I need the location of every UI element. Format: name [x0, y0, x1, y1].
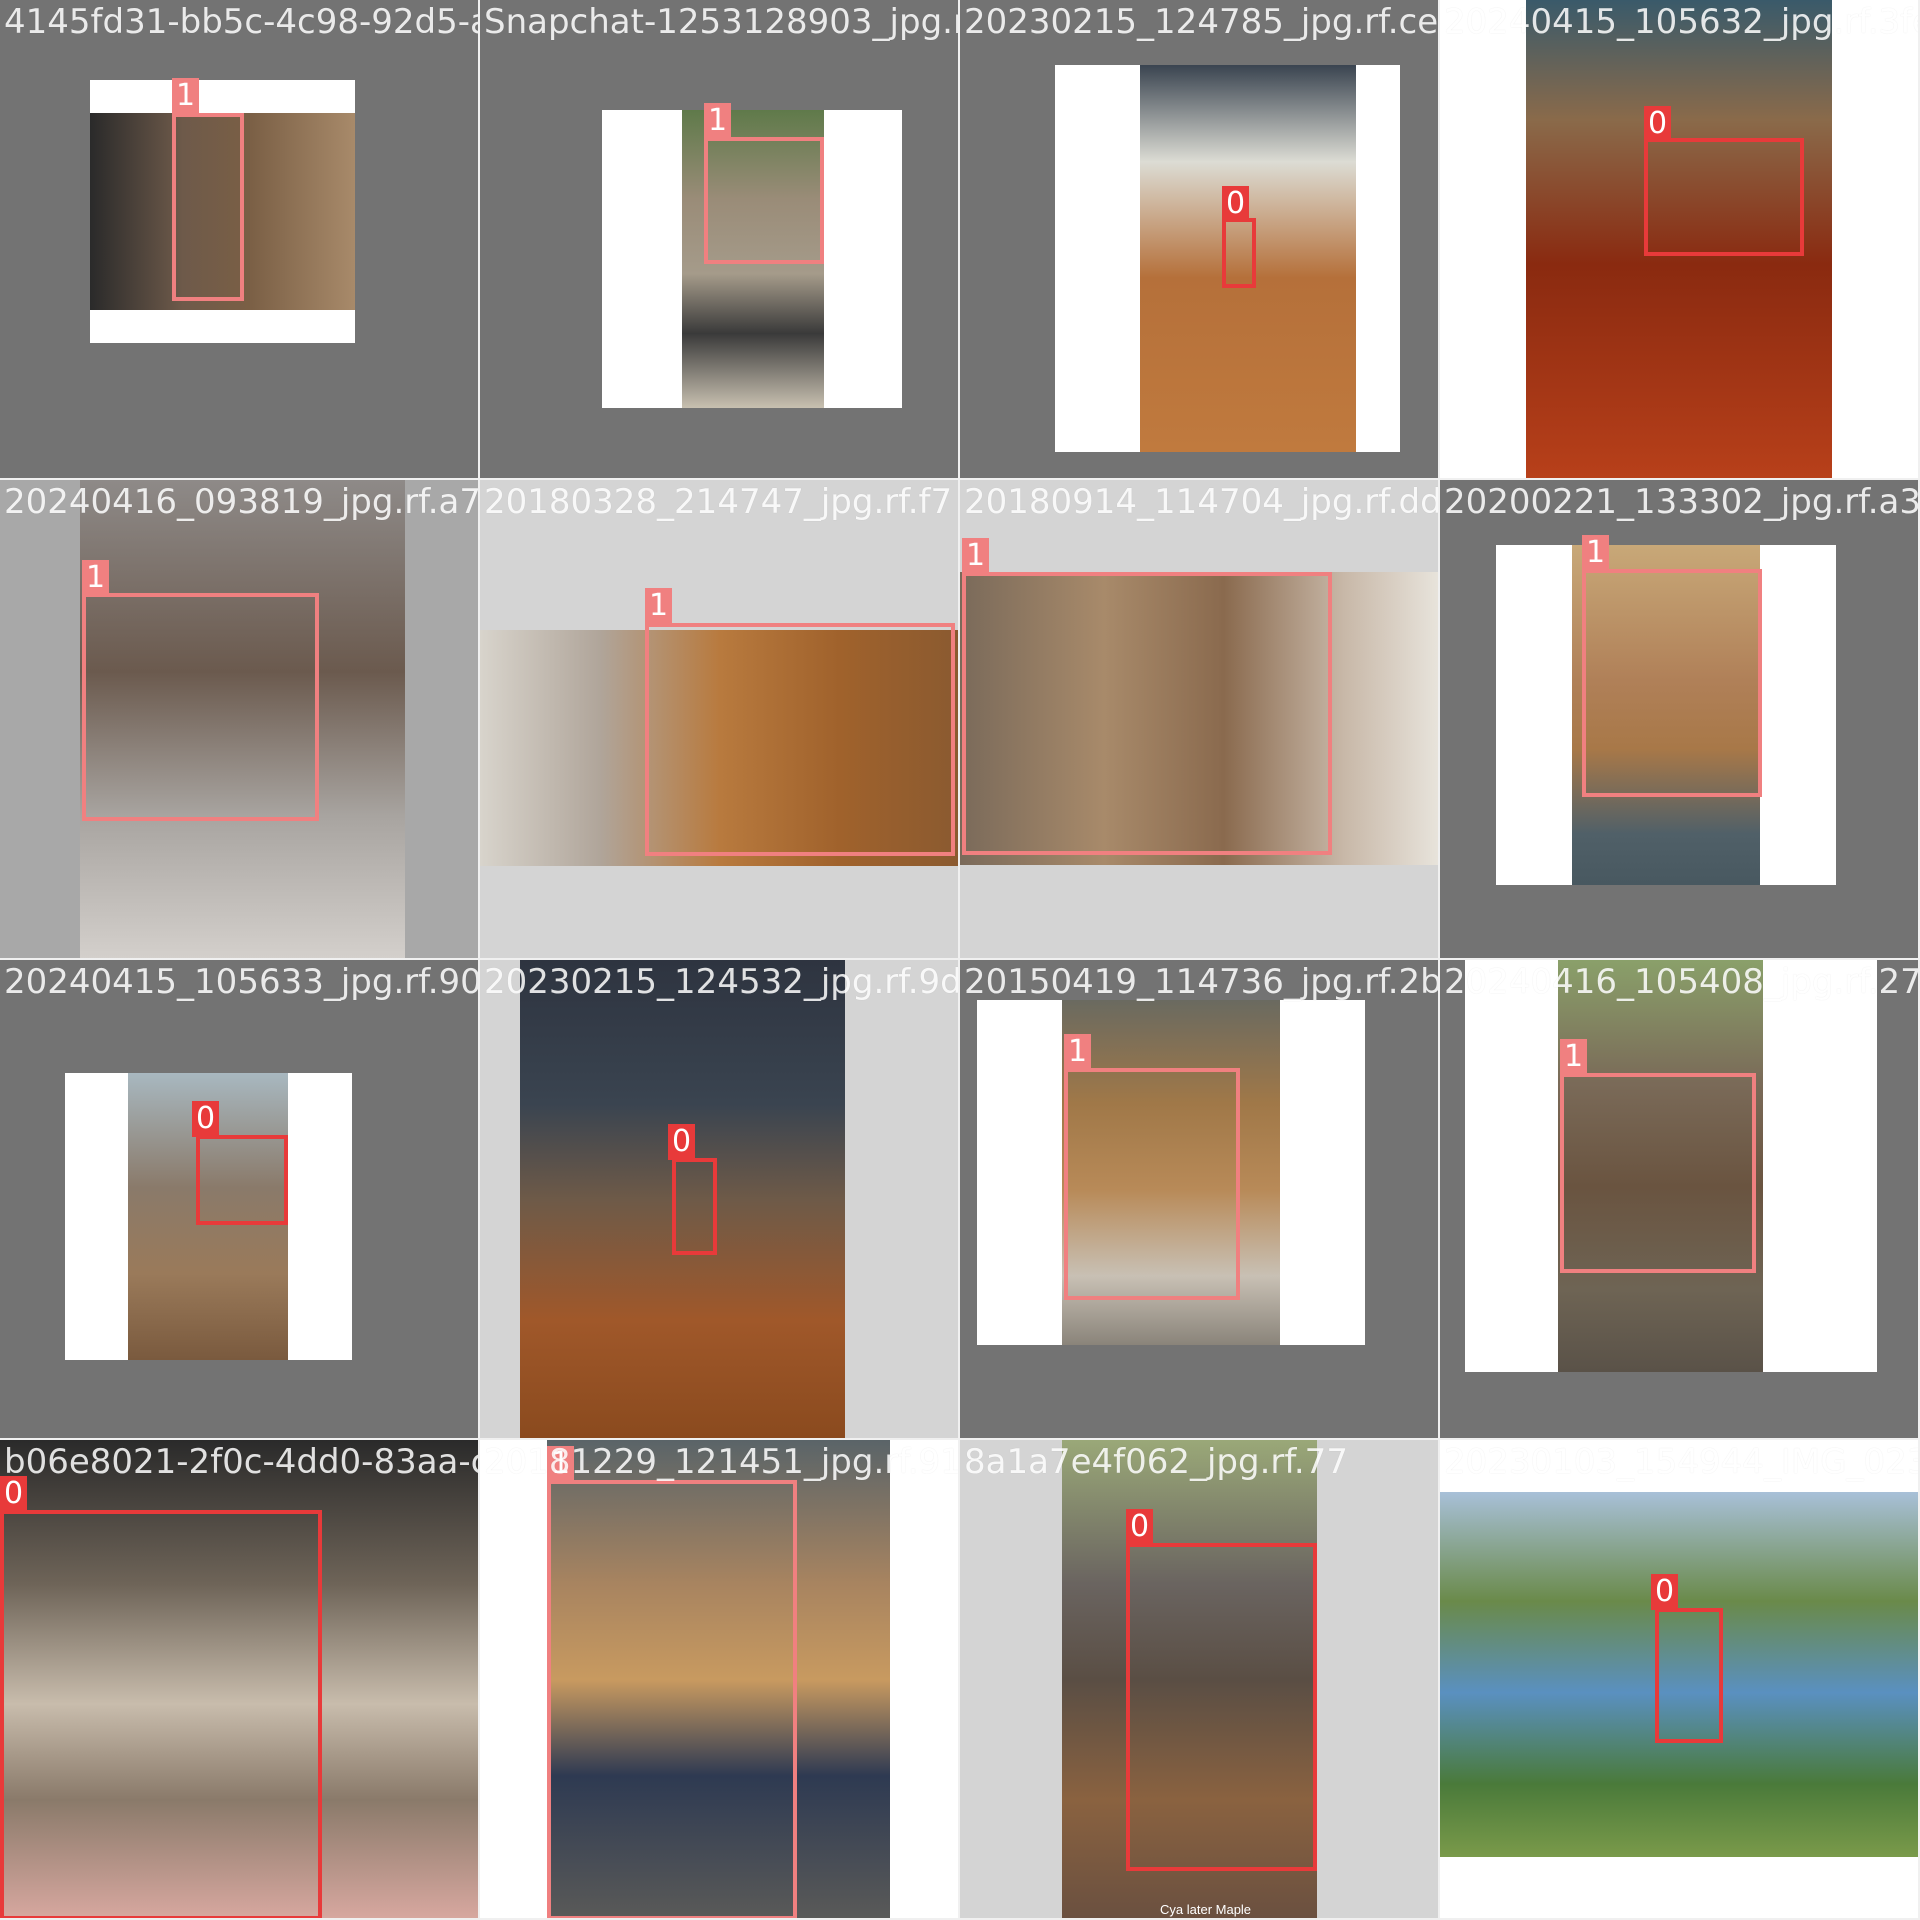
bounding-box: [962, 572, 1332, 855]
image-filename: 20240416_105408_jpg.rf.27: [1444, 962, 1920, 1002]
image-filename: b06e8021-2f0c-4dd0-83aa-c: [4, 1442, 480, 1482]
bounding-box: [704, 137, 824, 264]
bounding-box: [672, 1158, 717, 1255]
class-label: 0: [1222, 186, 1250, 222]
class-label: 0: [1644, 106, 1672, 142]
mosaic-grid: 1 4145fd31-bb5c-4c98-92d5-a5a4cb5a-42531…: [0, 0, 1920, 1920]
mosaic-cell: 1 20180328_214747_jpg.rf.f7: [480, 480, 960, 960]
image-filename: 20180914_114704_jpg.rf.dd: [964, 482, 1440, 522]
class-label: 1: [1582, 535, 1610, 571]
bounding-box: [196, 1135, 288, 1225]
mosaic-cell: 1 20200221_133302_jpg.rf.a3: [1440, 480, 1920, 960]
mosaic-cell: 0 20240415_105633_jpg.rf.90: [0, 960, 480, 1440]
bounding-box: [1222, 218, 1256, 288]
image-filename: 20150419_114736_jpg.rf.2b: [964, 962, 1440, 1002]
image-filename: 20181229_121451_jpg.rf.91: [484, 1442, 960, 1482]
image-filename: 20240415_105633_jpg.rf.90: [4, 962, 480, 1002]
bounding-box: [82, 593, 319, 821]
bounding-box: [0, 1510, 322, 1918]
bounding-box: [1582, 569, 1762, 797]
image-caption: Cya later Maple: [1160, 1902, 1252, 1917]
class-label: 1: [1560, 1039, 1588, 1075]
image-filename: 20230103_154944_IMG_023: [1444, 1442, 1920, 1482]
mosaic-cell: 1 Snapchat-1253128903_jpg.rf: [480, 0, 960, 480]
image-filename: 20230215_124785_jpg.rf.ce: [964, 2, 1439, 42]
mosaic-cell: 0 20230215_124785_jpg.rf.ce: [960, 0, 1440, 480]
mosaic-cell: 1 20181229_121451_jpg.rf.91: [480, 1440, 960, 1920]
bounding-box: [1644, 138, 1804, 256]
mosaic-cell: 0 20230103_154944_IMG_023: [1440, 1440, 1920, 1920]
bounding-box: [1560, 1073, 1756, 1273]
image-filename: 20240416_093819_jpg.rf.a7: [4, 482, 480, 522]
image-filename: 20230215_124532_jpg.rf.9d: [484, 962, 960, 1002]
bounding-box: [172, 113, 244, 301]
mosaic-cell: 0 b06e8021-2f0c-4dd0-83aa-c: [0, 1440, 480, 1920]
class-label: 1: [645, 588, 673, 624]
class-label: 0: [1126, 1509, 1154, 1545]
image-filename: 20200221_133302_jpg.rf.a3: [1444, 482, 1920, 522]
class-label: 1: [704, 103, 732, 139]
class-label: 1: [1064, 1034, 1092, 1070]
mosaic-cell: 0 20230215_124532_jpg.rf.9d: [480, 960, 960, 1440]
bounding-box: [547, 1480, 797, 1918]
image-filename: 8a1a7e4f062_jpg.rf.77: [964, 1442, 1348, 1482]
class-label: 0: [668, 1124, 696, 1160]
image-filename: Snapchat-1253128903_jpg.rf: [484, 2, 960, 42]
mosaic-cell: 1 20240416_093819_jpg.rf.a7: [0, 480, 480, 960]
mosaic-cell: 1 4145fd31-bb5c-4c98-92d5-a5a4cb5a-42531…: [0, 0, 480, 480]
mosaic-cell: 1 20240416_105408_jpg.rf.27: [1440, 960, 1920, 1440]
bounding-box: [1655, 1608, 1723, 1743]
mosaic-cell: 0 20240415_105632_jpg.rf.3fe: [1440, 0, 1920, 480]
mosaic-cell: 1 20180914_114704_jpg.rf.dd: [960, 480, 1440, 960]
class-label: 1: [172, 78, 200, 114]
class-label: 0: [192, 1101, 220, 1137]
class-label: 0: [1651, 1574, 1679, 1610]
image-filename: 20180328_214747_jpg.rf.f7: [484, 482, 953, 522]
mosaic-cell: 1 20150419_114736_jpg.rf.2b: [960, 960, 1440, 1440]
mosaic-cell: 0 Cya later Maple 8a1a7e4f062_jpg.rf.77: [960, 1440, 1440, 1920]
image-filename: 20240415_105632_jpg.rf.3fe: [1444, 2, 1920, 42]
image-filename: 4145fd31-bb5c-4c98-92d5-a5a4cb5a-4253128…: [4, 2, 480, 42]
bounding-box: [1126, 1543, 1317, 1871]
class-label: 1: [962, 538, 990, 574]
class-label: 1: [82, 560, 110, 596]
bounding-box: [645, 623, 955, 856]
bounding-box: [1064, 1068, 1240, 1300]
